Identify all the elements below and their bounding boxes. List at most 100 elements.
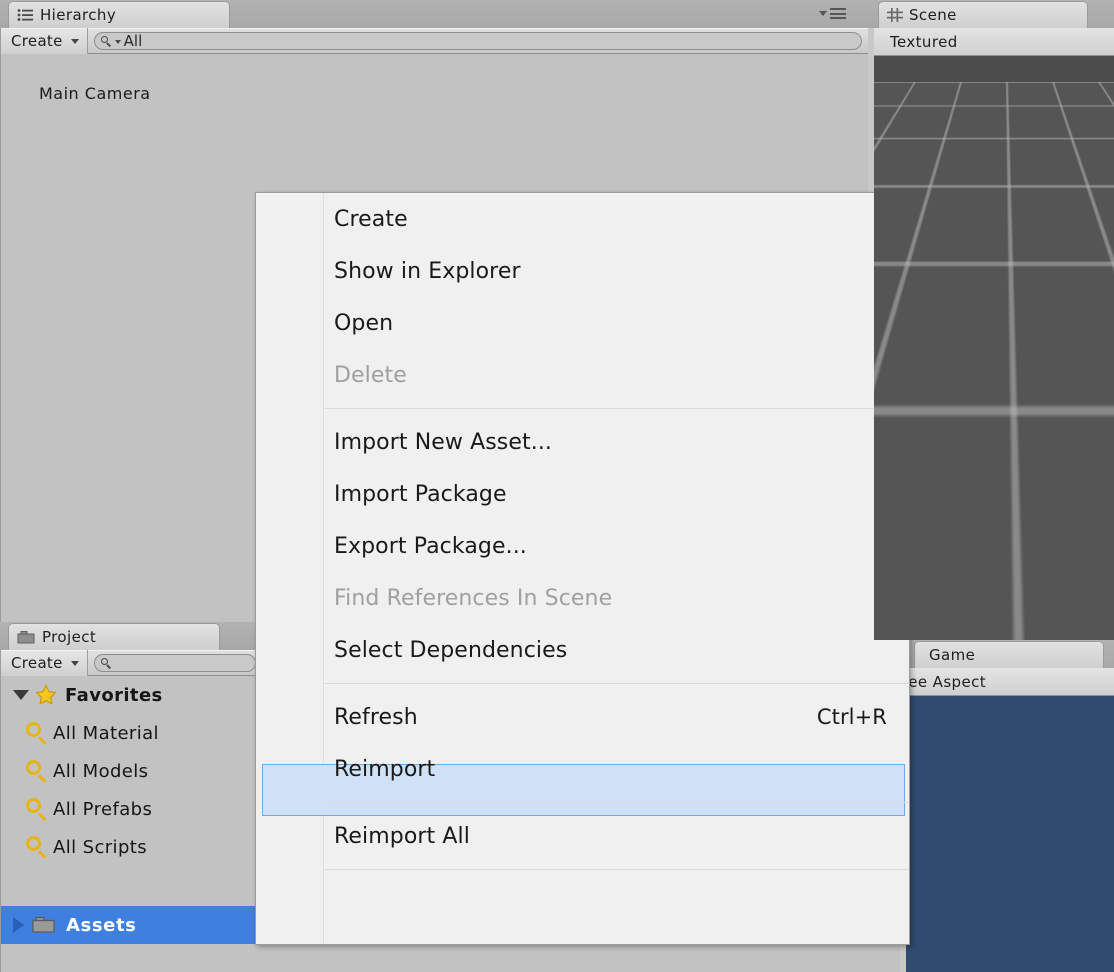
- triangle-right-icon[interactable]: [13, 917, 24, 933]
- unity-editor-window: Hierarchy Create All Main Camera Project…: [0, 0, 1114, 972]
- menu-separator: [325, 802, 909, 803]
- hierarchy-options-button[interactable]: [819, 8, 846, 19]
- hierarchy-tabstrip: Hierarchy: [0, 0, 868, 28]
- tab-game-label: Game: [929, 646, 976, 664]
- project-item-favorites[interactable]: Favorites: [1, 676, 262, 714]
- menu-item-import-package[interactable]: Import Package: [256, 468, 909, 520]
- project-item-all-prefabs[interactable]: All Prefabs: [1, 790, 262, 828]
- scene-horizon: [874, 56, 1114, 82]
- menu-item-label: Create: [334, 206, 408, 232]
- tab-hierarchy[interactable]: Hierarchy: [8, 1, 230, 28]
- tab-project[interactable]: Project: [8, 623, 220, 650]
- tab-project-label: Project: [42, 628, 97, 646]
- project-item-all-scripts[interactable]: All Scripts: [1, 828, 262, 866]
- scene-viewport[interactable]: [874, 56, 1114, 640]
- project-tabstrip: Project: [0, 622, 262, 650]
- menu-item-find-references-in-scene: Find References In Scene: [256, 572, 909, 624]
- scene-draw-mode-label: Textured: [890, 32, 958, 51]
- menu-item-select-dependencies[interactable]: Select Dependencies: [256, 624, 909, 676]
- panel-options-menu-icon: [830, 8, 846, 19]
- triangle-down-icon[interactable]: [13, 690, 29, 700]
- game-aspect-dropdown[interactable]: ree Aspect: [900, 668, 1114, 696]
- menu-separator: [325, 408, 909, 409]
- hierarchy-item-main-camera[interactable]: Main Camera: [1, 80, 151, 106]
- menu-item-shortcut: Ctrl+R: [816, 705, 887, 729]
- tab-scene-label: Scene: [909, 6, 957, 24]
- project-search-input[interactable]: [93, 654, 256, 672]
- menu-item-reimport[interactable]: Reimport: [256, 743, 909, 795]
- hierarchy-search-input[interactable]: All: [93, 31, 862, 50]
- project-toolbar-divider-right: [86, 650, 88, 676]
- hierarchy-search-value: All: [123, 31, 143, 50]
- menu-item-label: Select Dependencies: [334, 637, 568, 663]
- chevron-down-icon: [70, 38, 79, 44]
- menu-item-label: Export Package...: [334, 533, 527, 559]
- tab-scene[interactable]: Scene: [878, 1, 1088, 28]
- menu-item-label: Import New Asset...: [334, 429, 553, 455]
- search-icon: [100, 657, 112, 669]
- hierarchy-create-button[interactable]: Create: [1, 28, 87, 54]
- project-item-assets[interactable]: Assets: [1, 906, 262, 944]
- menu-item-label: Refresh: [334, 704, 418, 730]
- project-create-label: Create: [11, 654, 63, 672]
- game-viewport[interactable]: [906, 696, 1114, 972]
- project-item-label: All Scripts: [53, 836, 148, 858]
- hierarchy-list-icon: [17, 8, 34, 22]
- hierarchy-item-label: Main Camera: [39, 83, 151, 103]
- menu-separator: [325, 869, 909, 870]
- menu-item-label: Reimport: [334, 756, 436, 782]
- project-item-all-models[interactable]: All Models: [1, 752, 262, 790]
- game-aspect-label: ree Aspect: [902, 672, 987, 691]
- project-item-label: All Material: [53, 722, 159, 744]
- tab-game[interactable]: Game: [914, 641, 1104, 668]
- saved-search-icon: [25, 797, 49, 821]
- menu-item-open[interactable]: Open: [256, 297, 909, 349]
- menu-item-label: Import Package: [334, 481, 507, 507]
- project-item-all-material[interactable]: All Material: [1, 714, 262, 752]
- menu-item-create[interactable]: Create: [256, 193, 909, 245]
- scene-grid-icon: [887, 8, 903, 22]
- star-icon: [35, 684, 57, 706]
- menu-item-import-new-asset[interactable]: Import New Asset...: [256, 416, 909, 468]
- menu-item-show-in-explorer[interactable]: Show in Explorer: [256, 245, 909, 297]
- search-filter-chevron-icon[interactable]: [114, 40, 121, 44]
- toolbar-divider-right: [86, 28, 88, 54]
- menu-item-reimport-all[interactable]: Reimport All: [256, 810, 909, 862]
- search-icon: [100, 35, 112, 47]
- submenu-arrow-icon: [879, 488, 887, 500]
- scene-tabstrip: Scene: [868, 0, 1114, 28]
- menu-item-refresh[interactable]: Refresh Ctrl+R: [256, 691, 909, 743]
- menu-separator: [325, 683, 909, 684]
- game-panel: Game ree Aspect: [900, 640, 1114, 972]
- menu-item-label: Delete: [334, 362, 407, 388]
- project-item-label: Favorites: [65, 684, 163, 706]
- project-item-label: Assets: [66, 914, 137, 936]
- menu-item-label: Show in Explorer: [334, 258, 521, 284]
- project-panel: Project Create Favorites All Material Al…: [0, 622, 262, 972]
- project-item-label: All Prefabs: [53, 798, 153, 820]
- saved-search-icon: [25, 835, 49, 859]
- asset-context-menu: Create Show in Explorer Open Delete Impo…: [255, 192, 910, 945]
- menu-item-sync-monodevelop-project[interactable]: [256, 877, 909, 929]
- project-tree: Favorites All Material All Models All Pr…: [0, 676, 262, 972]
- saved-search-icon: [25, 759, 49, 783]
- chevron-down-icon: [70, 660, 79, 666]
- saved-search-icon: [25, 721, 49, 745]
- project-folder-icon: [17, 630, 36, 645]
- chevron-down-icon: [819, 11, 827, 16]
- hierarchy-create-label: Create: [11, 32, 63, 50]
- submenu-arrow-icon: [879, 213, 887, 225]
- menu-item-label: Find References In Scene: [334, 585, 613, 611]
- project-item-label: All Models: [53, 760, 149, 782]
- game-tabstrip: Game: [900, 640, 1114, 668]
- folder-icon: [32, 916, 56, 934]
- scene-draw-mode-dropdown[interactable]: Textured: [874, 28, 1114, 56]
- tab-hierarchy-label: Hierarchy: [40, 6, 117, 24]
- menu-item-label: Reimport All: [334, 823, 470, 849]
- menu-item-export-package[interactable]: Export Package...: [256, 520, 909, 572]
- project-toolbar: Create: [0, 650, 262, 676]
- project-create-button[interactable]: Create: [1, 650, 87, 676]
- hierarchy-toolbar: Create All: [0, 28, 868, 54]
- menu-item-delete: Delete: [256, 349, 909, 401]
- menu-item-label: Open: [334, 310, 394, 336]
